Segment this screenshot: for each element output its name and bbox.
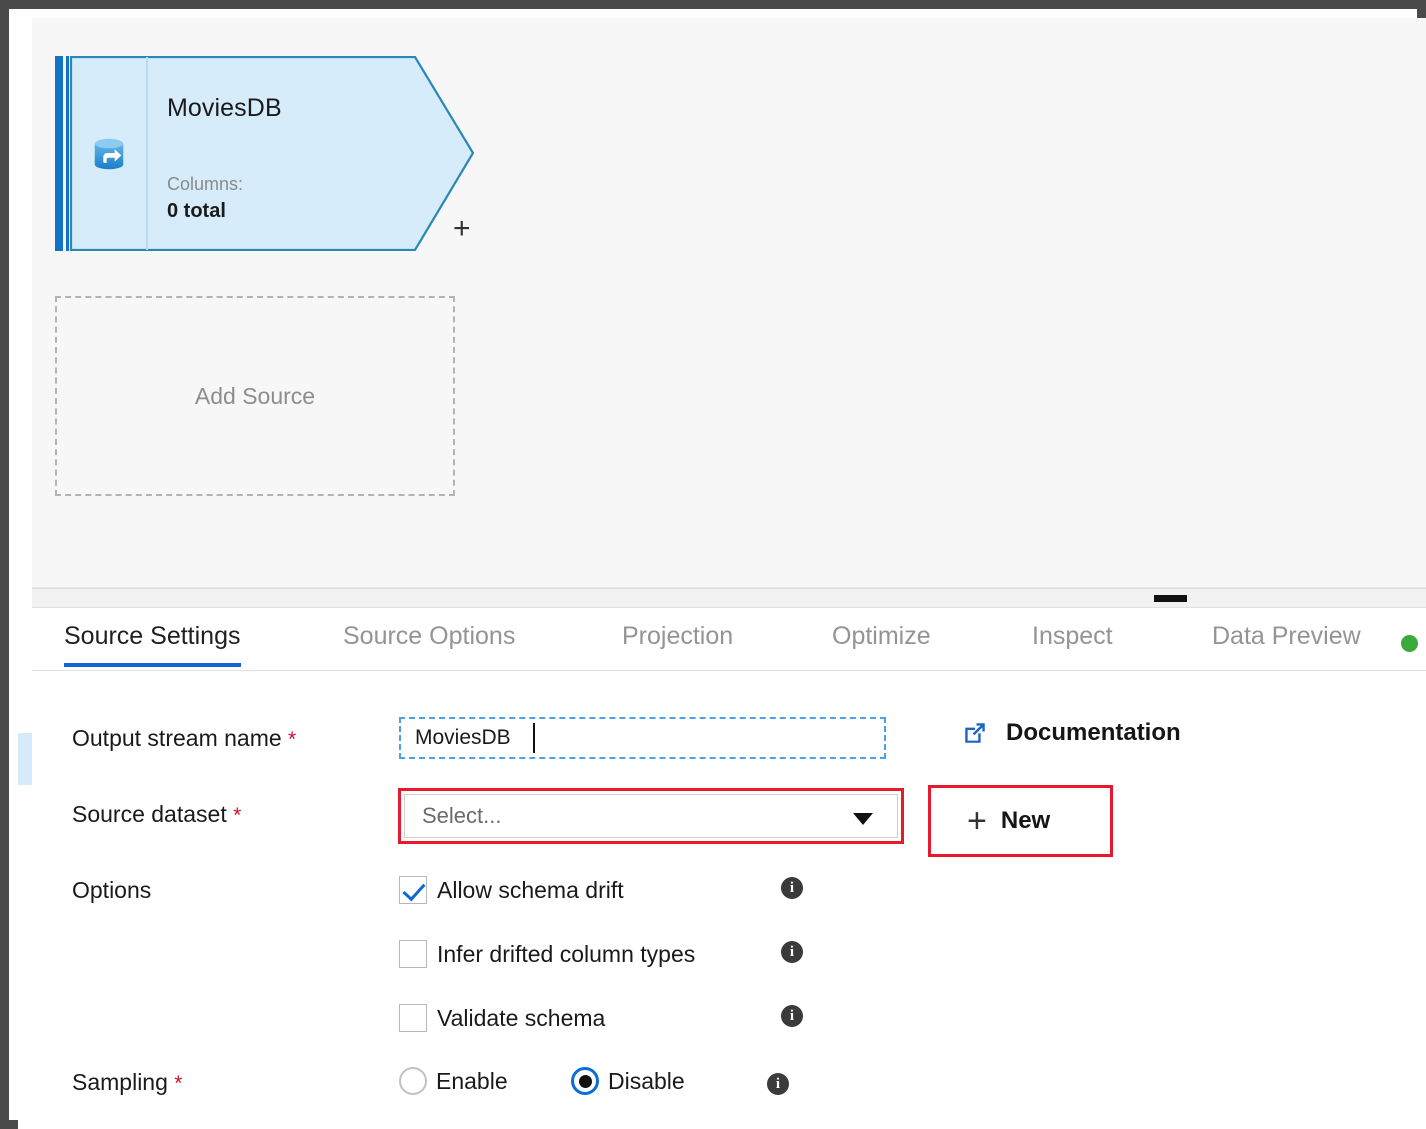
sampling-enable-label: Enable xyxy=(436,1067,508,1094)
add-source-label: Add Source xyxy=(194,382,316,409)
sampling-label: Sampling * xyxy=(72,1069,182,1096)
validate-schema-info-icon[interactable]: i xyxy=(781,1005,803,1027)
sampling-enable-option[interactable]: Enable xyxy=(399,1067,508,1095)
sampling-disable-label: Disable xyxy=(608,1067,685,1094)
documentation-label: Documentation xyxy=(1006,719,1181,746)
new-button-label: New xyxy=(1000,807,1051,834)
node-title: MoviesDB xyxy=(167,94,282,122)
sampling-enable-radio[interactable] xyxy=(399,1067,427,1095)
infer-drifted-column-types-checkbox[interactable] xyxy=(399,940,427,968)
validate-schema-label: Validate schema xyxy=(437,1004,606,1031)
source-dataset-label: Source dataset * xyxy=(72,801,241,828)
infer-drifted-column-types-label: Infer drifted column types xyxy=(437,940,696,967)
tab-optimize[interactable]: Optimize xyxy=(832,622,931,663)
chevron-down-icon xyxy=(853,813,873,825)
tab-source-options[interactable]: Source Options xyxy=(343,622,515,663)
node-body: MoviesDB Columns: 0 total xyxy=(147,56,475,251)
external-link-icon xyxy=(965,723,985,743)
tab-data-preview[interactable]: Data Preview xyxy=(1212,622,1361,663)
screenshot-frame: MoviesDB Columns: 0 total + Add Source S… xyxy=(0,0,1426,1129)
sampling-disable-option[interactable]: Disable xyxy=(571,1067,685,1095)
node-columns-value: 0 total xyxy=(167,200,226,222)
tab-source-settings[interactable]: Source Settings xyxy=(64,622,241,667)
node-add-branch-icon[interactable]: + xyxy=(453,214,471,244)
plus-icon: + xyxy=(967,802,987,840)
source-dataset-required-mark: * xyxy=(233,804,242,827)
option-validate-schema[interactable]: Validate schema xyxy=(399,1001,605,1035)
infer-drifted-column-types-info-icon[interactable]: i xyxy=(781,941,803,963)
documentation-link[interactable]: Documentation xyxy=(962,719,1181,747)
panel-divider[interactable] xyxy=(32,588,1426,608)
option-allow-schema-drift[interactable]: Allow schema drift xyxy=(399,873,624,907)
allow-schema-drift-checkbox[interactable] xyxy=(399,876,427,904)
validate-schema-checkbox[interactable] xyxy=(399,1004,427,1032)
dataflow-canvas[interactable]: MoviesDB Columns: 0 total + Add Source xyxy=(32,18,1426,588)
source-dataset-selected-value: Select... xyxy=(422,803,502,828)
option-infer-drifted-column-types[interactable]: Infer drifted column types xyxy=(399,937,695,971)
output-stream-name-label: Output stream name * xyxy=(72,725,296,752)
allow-schema-drift-info-icon[interactable]: i xyxy=(781,877,803,899)
settings-tabbar: Source Settings Source Options Projectio… xyxy=(32,608,1426,671)
sampling-required-mark: * xyxy=(174,1072,183,1095)
text-cursor xyxy=(533,723,535,753)
tab-inspect[interactable]: Inspect xyxy=(1032,622,1113,663)
source-dataset-text: Source dataset xyxy=(72,801,227,827)
output-stream-required-mark: * xyxy=(288,728,297,751)
left-edge-accent xyxy=(18,733,32,785)
sampling-info-icon[interactable]: i xyxy=(767,1073,789,1095)
tab-projection[interactable]: Projection xyxy=(622,622,733,663)
data-preview-status-dot xyxy=(1401,635,1418,652)
add-source-placeholder[interactable]: Add Source xyxy=(55,296,455,496)
sampling-text: Sampling xyxy=(72,1069,168,1095)
allow-schema-drift-label: Allow schema drift xyxy=(437,876,624,903)
new-dataset-button[interactable]: + New xyxy=(931,788,1110,854)
app-window: MoviesDB Columns: 0 total + Add Source S… xyxy=(18,18,1426,1129)
node-icon-cell xyxy=(55,56,147,251)
options-label: Options xyxy=(72,877,152,903)
source-settings-form: Output stream name * Documentation Sourc… xyxy=(18,671,1426,1129)
output-stream-name-input[interactable] xyxy=(399,717,886,759)
node-columns-label: Columns: xyxy=(167,174,244,194)
dataflow-node-moviesdb[interactable]: MoviesDB Columns: 0 total + xyxy=(55,56,475,251)
database-source-icon xyxy=(94,138,124,169)
output-stream-name-text: Output stream name xyxy=(72,725,282,751)
source-dataset-select[interactable]: Select... xyxy=(404,794,898,838)
panel-resize-handle[interactable] xyxy=(1154,595,1187,602)
sampling-disable-radio[interactable] xyxy=(571,1067,599,1095)
